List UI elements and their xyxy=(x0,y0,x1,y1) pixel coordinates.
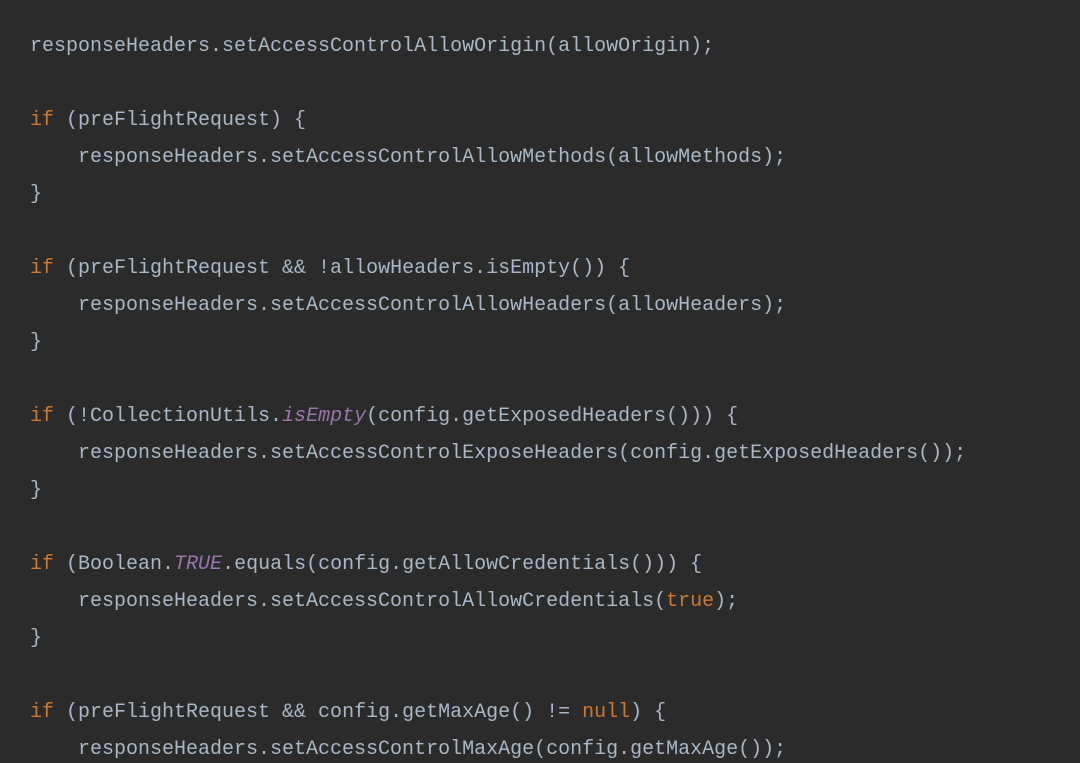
code-line: responseHeaders.setAccessControlAllowHea… xyxy=(30,294,786,317)
code-text: (preFlightRequest) { xyxy=(54,109,306,132)
code-line: if (!CollectionUtils.isEmpty(config.getE… xyxy=(30,405,738,428)
code-line: responseHeaders.setAccessControlMaxAge(c… xyxy=(30,738,786,761)
code-line: responseHeaders.setAccessControlAllowCre… xyxy=(30,590,738,613)
code-line: if (preFlightRequest && !allowHeaders.is… xyxy=(30,257,630,280)
static-field: TRUE xyxy=(174,553,222,576)
code-text: ); xyxy=(714,590,738,613)
code-line: responseHeaders.setAccessControlAllowMet… xyxy=(30,146,786,169)
code-line: responseHeaders.setAccessControlExposeHe… xyxy=(30,442,966,465)
code-text: (config.getExposedHeaders())) { xyxy=(366,405,738,428)
keyword-if: if xyxy=(30,405,54,428)
keyword-if: if xyxy=(30,553,54,576)
keyword-if: if xyxy=(30,109,54,132)
code-text: (!CollectionUtils. xyxy=(54,405,282,428)
code-line: } xyxy=(30,331,42,354)
code-text: ) { xyxy=(630,701,666,724)
keyword-true: true xyxy=(666,590,714,613)
keyword-if: if xyxy=(30,257,54,280)
code-text: .equals(config.getAllowCredentials())) { xyxy=(222,553,702,576)
code-text: responseHeaders.setAccessControlAllowCre… xyxy=(30,590,666,613)
code-line: responseHeaders.setAccessControlAllowOri… xyxy=(30,35,714,58)
code-text: (preFlightRequest && !allowHeaders.isEmp… xyxy=(54,257,630,280)
keyword-null: null xyxy=(582,701,630,724)
code-editor[interactable]: responseHeaders.setAccessControlAllowOri… xyxy=(0,0,1080,763)
code-text: (preFlightRequest && config.getMaxAge() … xyxy=(54,701,582,724)
keyword-if: if xyxy=(30,701,54,724)
code-line: } xyxy=(30,627,42,650)
code-text: (Boolean. xyxy=(54,553,174,576)
static-method: isEmpty xyxy=(282,405,366,428)
code-line: if (preFlightRequest && config.getMaxAge… xyxy=(30,701,666,724)
code-line: if (preFlightRequest) { xyxy=(30,109,306,132)
code-line: if (Boolean.TRUE.equals(config.getAllowC… xyxy=(30,553,702,576)
code-line: } xyxy=(30,479,42,502)
code-line: } xyxy=(30,183,42,206)
